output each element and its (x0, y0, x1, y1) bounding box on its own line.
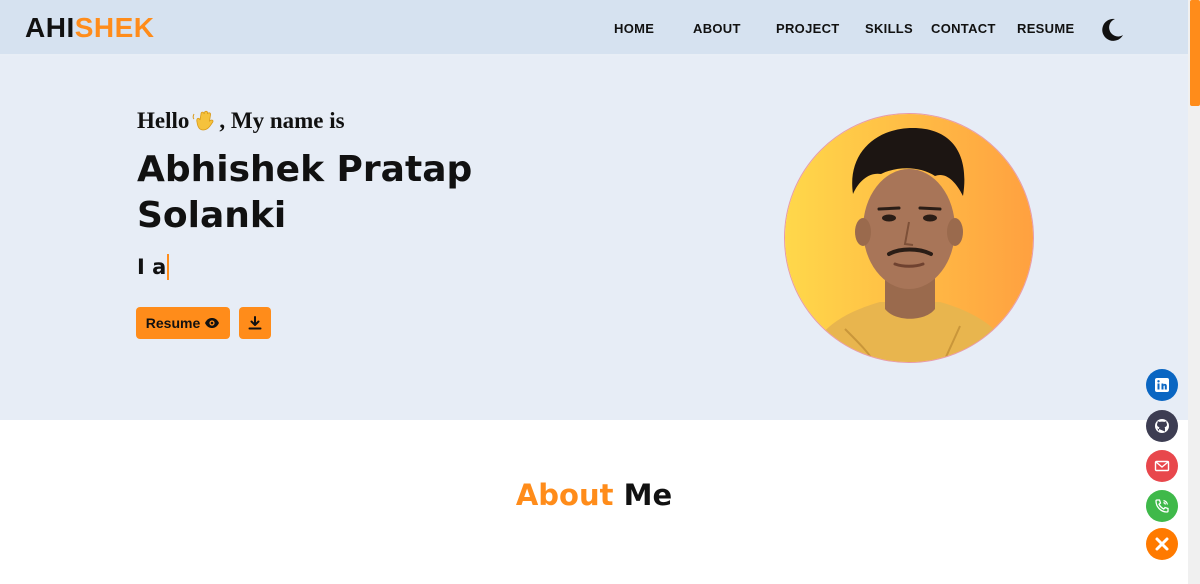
phone-button[interactable] (1146, 490, 1178, 522)
theme-toggle-button[interactable] (1098, 16, 1126, 44)
typing-text: I a (137, 255, 167, 279)
github-icon (1155, 419, 1169, 433)
nav-skills[interactable]: SKILLS (865, 21, 913, 36)
resume-button-label: Resume (145, 315, 201, 331)
linkedin-icon (1155, 378, 1169, 392)
hero-typing-text: I a (137, 254, 170, 280)
brand-logo[interactable]: AHISHEK (25, 12, 155, 44)
about-title-rest: Me (623, 478, 673, 512)
nav-contact[interactable]: CONTACT (931, 21, 996, 36)
nav-resume[interactable]: RESUME (1017, 21, 1074, 36)
nav-project[interactable]: PROJECT (776, 21, 840, 36)
resume-download-button[interactable] (239, 307, 271, 339)
about-section-title: About Me (0, 478, 1188, 512)
greeting-suffix: , My name is (219, 108, 345, 133)
github-button[interactable] (1146, 410, 1178, 442)
email-button[interactable] (1146, 450, 1178, 482)
brand-logo-part2: SHEK (74, 12, 155, 43)
phone-icon (1155, 499, 1169, 513)
hero-greeting: Hello , My name is (137, 108, 345, 134)
moon-icon (1102, 18, 1123, 41)
greeting-text: Hello (137, 108, 190, 133)
about-title-accent: About (515, 478, 614, 512)
close-icon (1155, 537, 1169, 551)
social-menu-close-button[interactable] (1146, 528, 1178, 560)
nav-home[interactable]: HOME (614, 21, 654, 36)
eye-icon (205, 318, 220, 328)
typing-caret (167, 254, 170, 280)
profile-photo (784, 113, 1034, 363)
brand-logo-part1: AHI (25, 12, 75, 43)
resume-view-button[interactable]: Resume (136, 307, 230, 339)
waving-hand-icon (193, 110, 214, 131)
navbar: AHISHEK HOME ABOUT PROJECT SKILLS CONTAC… (0, 0, 1188, 56)
download-icon (248, 316, 262, 330)
mail-icon (1154, 460, 1170, 472)
nav-about[interactable]: ABOUT (693, 21, 741, 36)
page-scrollbar-thumb[interactable] (1190, 0, 1200, 106)
hero-name: Abhishek Pratap Solanki (137, 149, 473, 236)
linkedin-button[interactable] (1146, 369, 1178, 401)
